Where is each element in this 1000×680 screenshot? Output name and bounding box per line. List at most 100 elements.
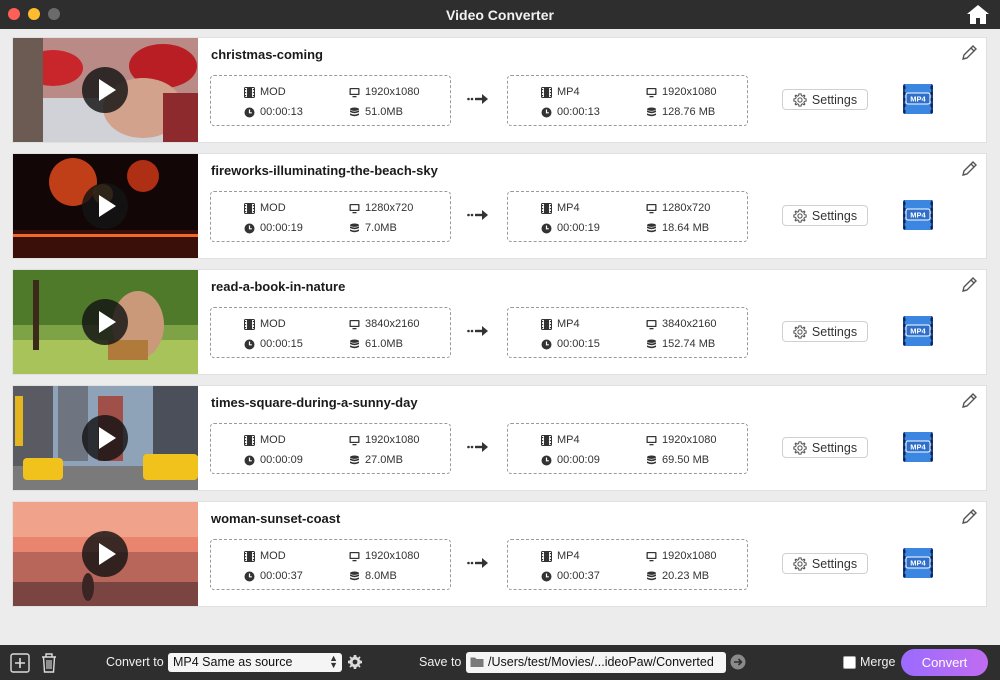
source-format: MOD bbox=[244, 433, 286, 447]
play-button[interactable] bbox=[82, 299, 128, 345]
save-path-field[interactable]: /Users/test/Movies/...ideoPaw/Converted bbox=[466, 652, 726, 673]
output-resolution: 1920x1080 bbox=[646, 433, 716, 447]
file-name[interactable]: woman-sunset-coast bbox=[211, 511, 340, 526]
right-arrow-icon bbox=[467, 557, 489, 569]
mp4-format-icon[interactable]: MP4 bbox=[902, 547, 934, 579]
file-row[interactable]: fireworks-illuminating-the-beach-sky MOD… bbox=[12, 153, 987, 259]
output-info-box[interactable]: MP4 00:00:19 1280x720 18.64 MB bbox=[507, 191, 748, 242]
output-size: 128.76 MB bbox=[646, 105, 715, 119]
mp4-badge-label: MP4 bbox=[910, 211, 926, 220]
settings-button[interactable]: Settings bbox=[782, 205, 868, 226]
video-icon bbox=[244, 551, 255, 562]
video-icon bbox=[244, 203, 255, 214]
source-duration: 00:00:15 bbox=[244, 337, 303, 351]
add-file-icon[interactable] bbox=[10, 653, 30, 673]
video-thumbnail[interactable] bbox=[13, 154, 198, 258]
play-button[interactable] bbox=[82, 183, 128, 229]
output-info-box[interactable]: MP4 00:00:13 1920x1080 128.76 MB bbox=[507, 75, 748, 126]
gear-icon bbox=[793, 441, 807, 455]
arrow-circle-icon[interactable] bbox=[730, 654, 746, 670]
video-icon bbox=[244, 87, 255, 98]
output-duration: 00:00:15 bbox=[541, 337, 600, 351]
monitor-icon bbox=[349, 319, 360, 330]
output-info-box[interactable]: MP4 00:00:15 3840x2160 152.74 MB bbox=[507, 307, 748, 358]
monitor-icon bbox=[646, 319, 657, 330]
video-thumbnail[interactable] bbox=[13, 270, 198, 374]
source-resolution: 1280x720 bbox=[349, 201, 413, 215]
clock-icon bbox=[541, 339, 552, 350]
home-icon[interactable] bbox=[966, 3, 990, 25]
source-size: 8.0MB bbox=[349, 569, 397, 583]
mp4-format-icon[interactable]: MP4 bbox=[902, 431, 934, 463]
database-icon bbox=[646, 339, 657, 350]
source-size: 27.0MB bbox=[349, 453, 403, 467]
convert-button[interactable]: Convert bbox=[901, 649, 988, 676]
clock-icon bbox=[541, 107, 552, 118]
output-format: MP4 bbox=[541, 85, 580, 99]
merge-checkbox[interactable] bbox=[843, 656, 856, 669]
source-info-box: MOD 00:00:13 1920x1080 51.0MB bbox=[210, 75, 451, 126]
database-icon bbox=[646, 223, 657, 234]
output-format: MP4 bbox=[541, 549, 580, 563]
video-thumbnail[interactable] bbox=[13, 386, 198, 490]
file-name[interactable]: fireworks-illuminating-the-beach-sky bbox=[211, 163, 438, 178]
output-format: MP4 bbox=[541, 317, 580, 331]
right-arrow-icon bbox=[467, 441, 489, 453]
gear-icon[interactable] bbox=[347, 654, 363, 670]
settings-button[interactable]: Settings bbox=[782, 321, 868, 342]
clock-icon bbox=[244, 223, 255, 234]
pencil-icon[interactable] bbox=[960, 392, 978, 410]
video-thumbnail[interactable] bbox=[13, 38, 198, 142]
settings-button[interactable]: Settings bbox=[782, 89, 868, 110]
output-duration: 00:00:37 bbox=[541, 569, 600, 583]
pencil-icon[interactable] bbox=[960, 508, 978, 526]
right-arrow-icon bbox=[467, 93, 489, 105]
source-format: MOD bbox=[244, 549, 286, 563]
mp4-badge-label: MP4 bbox=[910, 443, 926, 452]
pencil-icon[interactable] bbox=[960, 160, 978, 178]
database-icon bbox=[349, 339, 360, 350]
video-thumbnail[interactable] bbox=[13, 502, 198, 606]
output-format: MP4 bbox=[541, 201, 580, 215]
source-format: MOD bbox=[244, 85, 286, 99]
play-button[interactable] bbox=[82, 415, 128, 461]
output-info-box[interactable]: MP4 00:00:09 1920x1080 69.50 MB bbox=[507, 423, 748, 474]
mp4-format-icon[interactable]: MP4 bbox=[902, 83, 934, 115]
pencil-icon[interactable] bbox=[960, 44, 978, 62]
file-row[interactable]: times-square-during-a-sunny-day MOD 00:0… bbox=[12, 385, 987, 491]
trash-icon[interactable] bbox=[40, 652, 58, 673]
settings-button[interactable]: Settings bbox=[782, 437, 868, 458]
mp4-format-icon[interactable]: MP4 bbox=[902, 315, 934, 347]
clock-icon bbox=[244, 107, 255, 118]
mp4-format-icon[interactable]: MP4 bbox=[902, 199, 934, 231]
play-button[interactable] bbox=[82, 67, 128, 113]
clock-icon bbox=[244, 571, 255, 582]
output-format-select[interactable]: MP4 Same as source ▲ ▼ bbox=[168, 653, 342, 672]
file-name[interactable]: times-square-during-a-sunny-day bbox=[211, 395, 418, 410]
pencil-icon[interactable] bbox=[960, 276, 978, 294]
file-list: christmas-coming MOD 00:00:13 1920x1080 … bbox=[0, 29, 1000, 645]
file-row[interactable]: read-a-book-in-nature MOD 00:00:15 3840x… bbox=[12, 269, 987, 375]
video-icon bbox=[541, 435, 552, 446]
gear-icon bbox=[793, 325, 807, 339]
mp4-badge-label: MP4 bbox=[910, 95, 926, 104]
source-duration: 00:00:13 bbox=[244, 105, 303, 119]
output-duration: 00:00:09 bbox=[541, 453, 600, 467]
clock-icon bbox=[244, 455, 255, 466]
video-icon bbox=[541, 319, 552, 330]
file-name[interactable]: christmas-coming bbox=[211, 47, 323, 62]
monitor-icon bbox=[349, 551, 360, 562]
source-size: 7.0MB bbox=[349, 221, 397, 235]
play-button[interactable] bbox=[82, 531, 128, 577]
file-row[interactable]: woman-sunset-coast MOD 00:00:37 1920x108… bbox=[12, 501, 987, 607]
window-title: Video Converter bbox=[446, 7, 554, 23]
output-info-box[interactable]: MP4 00:00:37 1920x1080 20.23 MB bbox=[507, 539, 748, 590]
convert-to-label: Convert to bbox=[106, 655, 164, 669]
clock-icon bbox=[244, 339, 255, 350]
file-name[interactable]: read-a-book-in-nature bbox=[211, 279, 345, 294]
source-resolution: 1920x1080 bbox=[349, 85, 419, 99]
file-row[interactable]: christmas-coming MOD 00:00:13 1920x1080 … bbox=[12, 37, 987, 143]
video-icon bbox=[541, 203, 552, 214]
settings-button[interactable]: Settings bbox=[782, 553, 868, 574]
source-duration: 00:00:09 bbox=[244, 453, 303, 467]
